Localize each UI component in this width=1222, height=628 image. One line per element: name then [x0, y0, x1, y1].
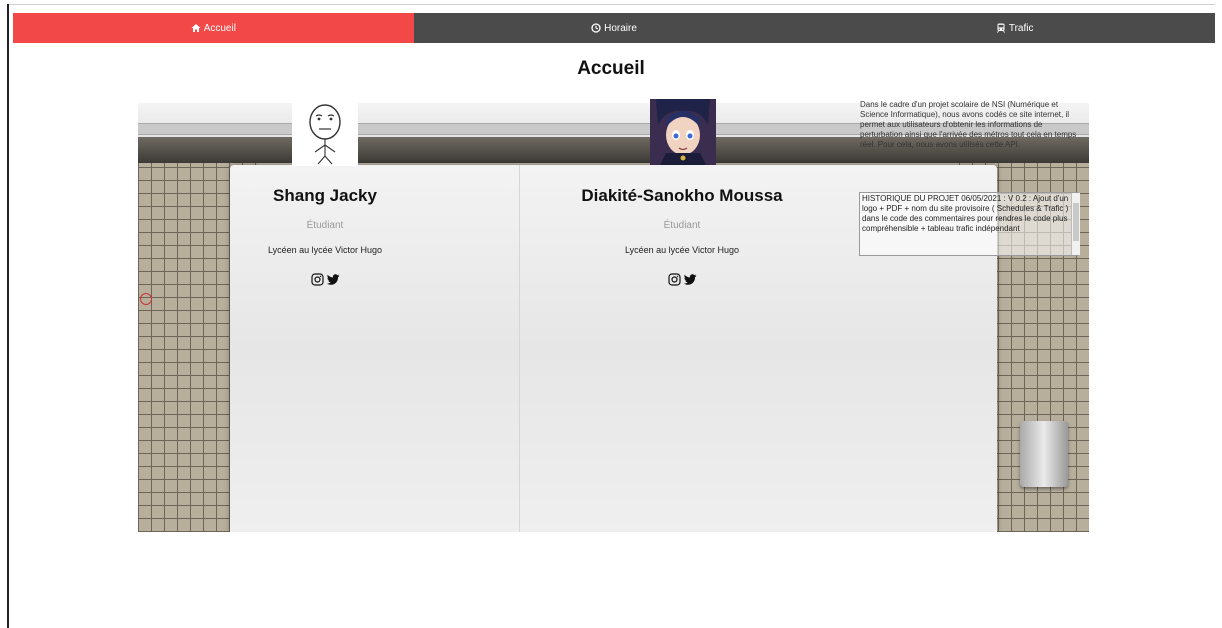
train-icon — [996, 23, 1006, 33]
clock-icon — [591, 23, 601, 33]
nav-trafic-label: Trafic — [1008, 22, 1034, 34]
main-nav: Accueil Horaire Trafic — [13, 13, 1216, 43]
profile-description: Lycéen au lycée Victor Hugo — [267, 245, 383, 255]
profile-social-links — [562, 273, 802, 286]
instagram-icon[interactable] — [667, 273, 681, 286]
nav-trafic[interactable]: Trafic — [814, 13, 1216, 43]
window-frame-top — [7, 4, 1215, 5]
history-scrollbar[interactable] — [1071, 193, 1080, 255]
twitter-icon[interactable] — [326, 273, 340, 286]
profile-description: Lycéen au lycée Victor Hugo — [624, 245, 740, 255]
window-frame-left — [7, 4, 9, 628]
wall-dispenser — [1020, 421, 1068, 487]
profile-social-links — [205, 273, 445, 286]
nav-accueil[interactable]: Accueil — [13, 13, 414, 43]
avatar-diakite-sanokho-moussa — [650, 99, 716, 165]
instagram-icon[interactable] — [310, 273, 324, 286]
history-scrollbar-thumb[interactable] — [1073, 203, 1079, 241]
home-icon — [191, 23, 201, 33]
avatar-shang-jacky — [292, 100, 358, 166]
profile-role: Étudiant — [663, 220, 701, 231]
profile-name: Shang Jacky — [273, 186, 377, 205]
page-title: Accueil — [577, 58, 645, 79]
profile-role: Étudiant — [306, 220, 344, 231]
no-entry-sign-icon — [140, 293, 152, 305]
nav-horaire-label: Horaire — [604, 22, 637, 34]
profile-name: Diakité-Sanokho Moussa — [581, 186, 783, 205]
nav-accueil-label: Accueil — [203, 22, 236, 34]
billboard-seam — [519, 165, 520, 532]
project-description: Dans le cadre d'un projet scolaire de NS… — [860, 100, 1077, 149]
twitter-icon[interactable] — [683, 273, 697, 286]
project-history-textarea[interactable]: HISTORIQUE DU PROJET 06/05/2021 : V 0.2 … — [859, 192, 1079, 256]
nav-horaire[interactable]: Horaire — [413, 13, 815, 43]
